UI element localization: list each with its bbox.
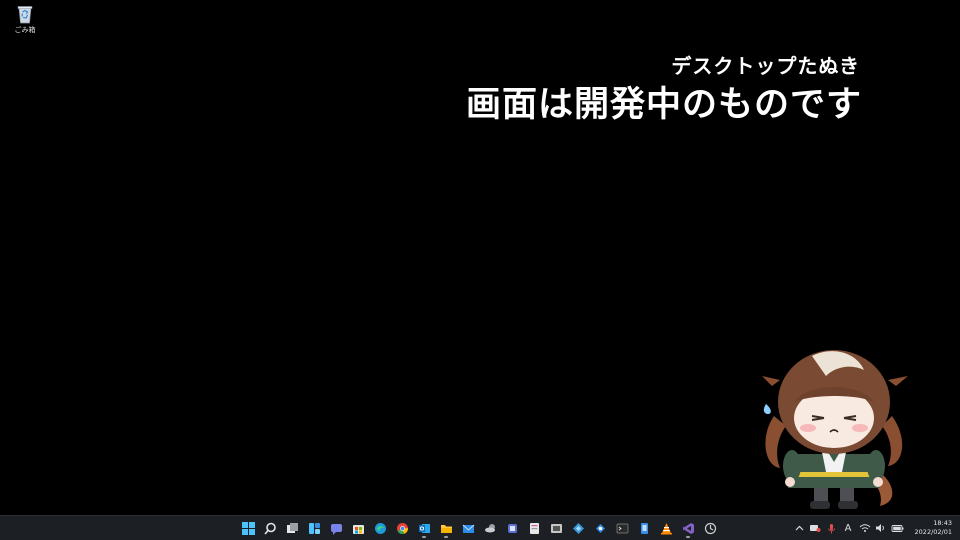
store-icon [352,524,364,534]
taskbar-clock[interactable]: 18:43 2022/02/01 [910,519,952,537]
terminal-button[interactable] [613,518,631,538]
widgets-button[interactable] [305,518,323,538]
app-icon [507,523,517,533]
weather-icon [484,523,495,532]
search-button[interactable] [261,518,279,538]
app-icon [550,523,562,533]
task-view-button[interactable] [283,518,301,538]
outlook-icon [418,523,430,533]
mail-icon [462,524,474,533]
mail-button[interactable] [459,518,477,538]
windows-start-icon [241,521,255,535]
vlc-button[interactable] [657,518,675,538]
search-icon [263,522,276,535]
app-icon [572,522,584,534]
taskbar-apps [239,516,723,540]
chat-icon [330,523,342,535]
app-icon [640,522,648,534]
edge-icon [374,522,386,534]
overlay-subtitle: デスクトップたぬき [671,54,860,78]
app-e-button[interactable] [591,518,609,538]
app-icon [529,522,539,534]
task-view-icon [286,522,298,533]
speaker-icon [876,524,885,532]
app-c-button[interactable] [547,518,565,538]
weather-button[interactable] [481,518,499,538]
ime-indicator[interactable]: A [840,519,856,537]
camera-icon [810,525,821,532]
chrome-button[interactable] [393,518,411,538]
vlc-icon [660,522,672,534]
clock-time: 18:43 [933,519,952,527]
chat-button[interactable] [327,518,345,538]
app-icon [595,523,605,533]
chrome-icon [396,522,408,534]
desktop-icon-recycle-bin[interactable]: ごみ箱 [6,4,44,35]
app-f-button[interactable] [635,518,653,538]
tray-camera-button[interactable] [808,519,822,537]
taskbar: A 18:43 2022/02/01 [0,515,960,540]
mascot-character[interactable] [752,346,918,516]
tray-volume-button[interactable] [874,519,888,537]
app-d-button[interactable] [569,518,587,538]
explorer-button[interactable] [437,518,455,538]
clock-date: 2022/02/01 [914,528,952,536]
store-button[interactable] [349,518,367,538]
chevron-up-icon [795,525,803,530]
microphone-icon [827,523,835,533]
system-tray: A 18:43 2022/02/01 [792,516,960,540]
tray-battery-button[interactable] [890,519,904,537]
visual-studio-icon [682,522,694,534]
wifi-icon [859,524,871,532]
recycle-bin-label: ごみ箱 [14,26,36,34]
overlay-title: 画面は開発中のものです [465,85,862,125]
terminal-icon [616,523,628,533]
anime-girl-mascot-icon [762,350,908,509]
app-a-button[interactable] [503,518,521,538]
app-b-button[interactable] [525,518,543,538]
tray-network-button[interactable] [858,519,872,537]
battery-icon [891,524,903,532]
recycle-bin-icon [17,4,33,24]
visual-studio-button[interactable] [679,518,697,538]
tray-overflow-button[interactable] [792,519,806,537]
folder-icon [440,524,452,533]
app-icon [704,522,716,534]
tray-mic-button[interactable] [824,519,838,537]
app-g-button[interactable] [701,518,719,538]
start-button[interactable] [239,518,257,538]
widgets-icon [308,522,320,534]
edge-button[interactable] [371,518,389,538]
outlook-button[interactable] [415,518,433,538]
